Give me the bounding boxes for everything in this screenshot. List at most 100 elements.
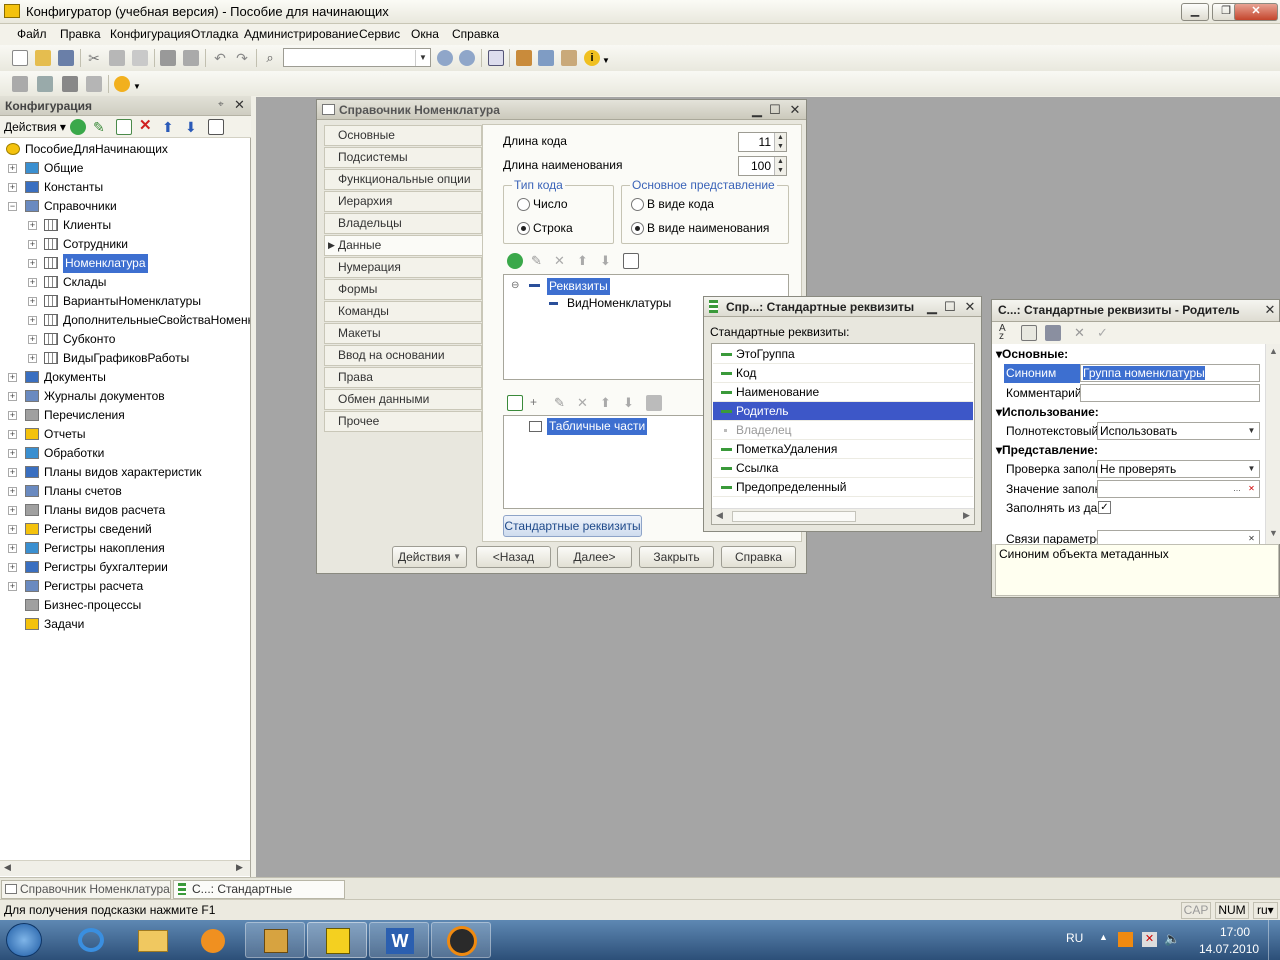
- synonym-field[interactable]: Группа номенклатуры: [1080, 364, 1260, 382]
- catalog-maximize-button[interactable]: ☐: [767, 102, 783, 118]
- move-up-icon[interactable]: ⬆: [162, 119, 178, 135]
- std-maximize-button[interactable]: ☐: [942, 299, 958, 315]
- taskbar-date[interactable]: 14.07.2010: [1199, 942, 1259, 956]
- close-button[interactable]: ✕: [1234, 3, 1278, 21]
- syntax-helper-icon[interactable]: [538, 50, 554, 66]
- expand-icon[interactable]: +: [8, 544, 17, 553]
- expand-icon[interactable]: −: [8, 202, 17, 211]
- sort-alpha-icon[interactable]: Az: [999, 324, 1015, 342]
- add-icon[interactable]: [70, 119, 86, 135]
- tree-item[interactable]: + ВариантыНоменклатуры: [0, 292, 250, 311]
- compare-icon[interactable]: [37, 76, 53, 92]
- tab-catalog[interactable]: Справочник Номенклатура: [1, 880, 171, 899]
- copy-item-icon[interactable]: [116, 119, 132, 135]
- actions-button[interactable]: Действия ▼: [392, 546, 467, 568]
- standard-attribute-item[interactable]: Родитель: [713, 402, 973, 421]
- nav-item[interactable]: ▶ Данные: [324, 235, 482, 256]
- delete-icon[interactable]: ✕: [139, 118, 155, 134]
- fillfrom-checkbox[interactable]: ✓: [1098, 501, 1111, 514]
- tree-item[interactable]: + ДополнительныеСвойстваНоменкла: [0, 311, 250, 330]
- section-usage[interactable]: ▾Использование:: [996, 403, 1099, 422]
- help-button[interactable]: Справка: [721, 546, 796, 568]
- taskbar-word[interactable]: W: [369, 922, 429, 958]
- attr-up-icon[interactable]: ⬆: [577, 253, 593, 269]
- nav-item[interactable]: Подсистемы: [324, 147, 482, 168]
- windows-icon[interactable]: [488, 50, 504, 66]
- name-length-field[interactable]: 100 ▲ ▼: [738, 156, 787, 176]
- expand-icon[interactable]: +: [28, 316, 37, 325]
- expand-icon[interactable]: +: [8, 449, 17, 458]
- attr-sort-icon[interactable]: [623, 253, 639, 269]
- open-icon[interactable]: [35, 50, 51, 66]
- nav-item[interactable]: Прочее: [324, 411, 482, 432]
- close-dialog-button[interactable]: Закрыть: [639, 546, 714, 568]
- taskbar-lang[interactable]: RU: [1066, 931, 1083, 945]
- tray-volume-icon[interactable]: 🔈: [1164, 931, 1180, 947]
- search-input[interactable]: ▼: [283, 48, 431, 67]
- nav-item[interactable]: Обмен данными: [324, 389, 482, 410]
- tree-item[interactable]: + Номенклатура: [0, 254, 250, 273]
- expand-icon[interactable]: +: [8, 506, 17, 515]
- back-button[interactable]: <Назад: [476, 546, 551, 568]
- comment-field[interactable]: [1080, 384, 1260, 402]
- expand-icon[interactable]: +: [8, 525, 17, 534]
- nav-item[interactable]: Основные: [324, 125, 482, 146]
- standard-attribute-item[interactable]: ЭтоГруппа: [713, 345, 973, 364]
- undo-icon[interactable]: ↶: [212, 50, 228, 66]
- dropdown-arrow-icon[interactable]: ▼: [602, 50, 618, 66]
- nav-item[interactable]: Команды: [324, 301, 482, 322]
- collapse-icon[interactable]: ⊖: [511, 280, 519, 291]
- tree-item[interactable]: − Справочники: [0, 197, 250, 216]
- expand-icon[interactable]: +: [8, 164, 17, 173]
- wizard-icon[interactable]: [516, 50, 532, 66]
- links-field[interactable]: ✕: [1097, 530, 1260, 544]
- ie-icon[interactable]: [60, 922, 120, 958]
- edit-icon[interactable]: ✎: [93, 119, 109, 135]
- code-type-string-radio[interactable]: [517, 222, 530, 235]
- section-presentation[interactable]: ▾Представление:: [996, 441, 1098, 460]
- expand-icon[interactable]: +: [28, 259, 37, 268]
- taskbar-app-orange[interactable]: [431, 922, 491, 958]
- info-icon[interactable]: i: [584, 50, 600, 66]
- tabular-add-icon[interactable]: [507, 395, 523, 411]
- copy-icon[interactable]: [109, 50, 125, 66]
- tree-item[interactable]: + Регистры бухгалтерии: [0, 558, 250, 577]
- tabular-sort-icon[interactable]: [646, 395, 662, 411]
- menu-configuration[interactable]: Конфигурация: [110, 27, 191, 41]
- tree-item[interactable]: ПособиеДляНачинающих: [0, 140, 250, 159]
- tabular-root[interactable]: Табличные части: [547, 418, 648, 435]
- attribute-item[interactable]: ВидНоменклатуры: [567, 296, 671, 310]
- standard-attribute-item[interactable]: Владелец: [713, 421, 973, 440]
- tree-item[interactable]: + Документы: [0, 368, 250, 387]
- taskbar-time[interactable]: 17:00: [1213, 925, 1257, 939]
- tree-item[interactable]: + Отчеты: [0, 425, 250, 444]
- tabular-add-attr-icon[interactable]: +: [530, 395, 546, 411]
- properties-close-button[interactable]: ✕: [1262, 302, 1278, 318]
- attr-add-icon[interactable]: [507, 253, 523, 269]
- catalog-close-button[interactable]: ✕: [787, 102, 803, 118]
- tree-item[interactable]: + Обработки: [0, 444, 250, 463]
- tree-item[interactable]: + Регистры накопления: [0, 539, 250, 558]
- nav-item[interactable]: Макеты: [324, 323, 482, 344]
- nav-item[interactable]: Владельцы: [324, 213, 482, 234]
- tree-item[interactable]: + Планы видов расчета: [0, 501, 250, 520]
- properties-scrollbar[interactable]: ▲ ▼: [1265, 344, 1280, 544]
- expand-icon[interactable]: +: [8, 582, 17, 591]
- template-icon[interactable]: [561, 50, 577, 66]
- code-length-field[interactable]: 11 ▲ ▼: [738, 132, 787, 152]
- expand-icon[interactable]: +: [8, 183, 17, 192]
- tree-item[interactable]: + Склады: [0, 273, 250, 292]
- database-icon[interactable]: [62, 76, 78, 92]
- nav-item[interactable]: Формы: [324, 279, 482, 300]
- expand-icon[interactable]: +: [8, 468, 17, 477]
- find-prev-icon[interactable]: [459, 50, 475, 66]
- actions-menu[interactable]: Действия ▾: [4, 120, 66, 134]
- attributes-root[interactable]: Реквизиты: [547, 278, 610, 295]
- tree-item[interactable]: + Константы: [0, 178, 250, 197]
- prop-clear-icon[interactable]: ✕: [1074, 325, 1090, 341]
- taskbar-configurator[interactable]: [307, 922, 367, 958]
- table-icon[interactable]: [86, 76, 102, 92]
- pin-icon[interactable]: ⌖: [218, 99, 224, 110]
- tree-item[interactable]: + Клиенты: [0, 216, 250, 235]
- menu-help[interactable]: Справка: [452, 27, 499, 41]
